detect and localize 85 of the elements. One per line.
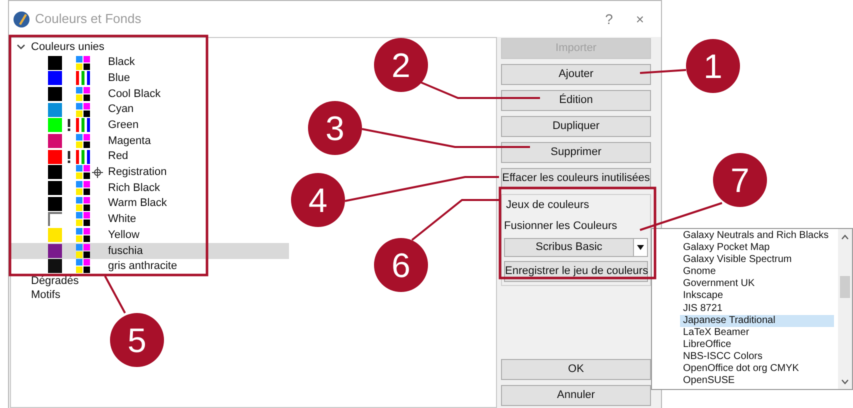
list-item[interactable]: OpenSUSE xyxy=(680,375,834,388)
chevron-down-icon[interactable] xyxy=(16,42,26,51)
rgb-bars-icon xyxy=(76,118,90,132)
color-name: Warm Black xyxy=(108,196,167,212)
cmyk-squares-icon xyxy=(76,56,90,70)
color-name: Blue xyxy=(108,70,130,86)
list-item[interactable]: OpenOffice dot org CMYK xyxy=(680,363,834,376)
color-name: Rich Black xyxy=(108,180,160,196)
color-name: Magenta xyxy=(108,134,151,149)
list-item[interactable]: JIS 8721 xyxy=(680,302,834,315)
list-item[interactable]: LaTeX Beamer xyxy=(680,326,834,339)
list-item[interactable]: Galaxy Neutrals and Rich Blacks xyxy=(680,230,834,242)
help-button[interactable]: ? xyxy=(599,10,619,28)
color-name: Cyan xyxy=(108,102,134,118)
color-name: Black xyxy=(108,55,135,70)
button[interactable]: Édition xyxy=(501,90,651,111)
color-name: Green xyxy=(108,118,139,134)
color-name: Registration xyxy=(108,165,167,180)
tree-row[interactable]: Warm Black xyxy=(11,196,289,212)
callout-badge: 4 xyxy=(291,173,345,227)
callout-badge: 1 xyxy=(686,39,740,93)
cmyk-squares-icon xyxy=(76,244,90,258)
cmyk-squares-icon xyxy=(76,86,90,101)
color-name: Yellow xyxy=(108,228,140,243)
dropdown-arrow-icon[interactable] xyxy=(637,245,644,250)
list-item[interactable]: Gnome xyxy=(680,266,834,278)
cmyk-squares-icon xyxy=(76,181,90,196)
leader-line xyxy=(104,276,126,314)
callout-badge: 6 xyxy=(374,238,428,292)
scroll-up-icon[interactable] xyxy=(841,234,849,240)
tree-row[interactable]: Black xyxy=(11,54,289,70)
scrollbar[interactable] xyxy=(838,229,852,389)
close-button[interactable]: × xyxy=(630,10,650,28)
button[interactable]: Effacer les couleurs inutilisées xyxy=(501,168,651,189)
tree-row[interactable]: Registration xyxy=(11,164,289,180)
merge-label: Fusionner les Couleurs xyxy=(504,218,618,234)
tree-row[interactable]: Magenta xyxy=(11,133,289,149)
button[interactable]: Annuler xyxy=(501,385,651,406)
tree-row[interactable]: gris anthracite xyxy=(11,258,289,274)
list-item[interactable]: Inkscape xyxy=(680,290,834,303)
tree-row[interactable]: fuschia xyxy=(11,242,289,259)
rgb-bars-icon xyxy=(76,71,90,86)
tree-row[interactable]: Red xyxy=(11,148,289,164)
tree-row[interactable]: Yellow xyxy=(11,227,289,243)
list-item[interactable]: Galaxy Visible Spectrum xyxy=(680,254,834,266)
color-name: Red xyxy=(108,149,128,164)
cmyk-squares-icon xyxy=(76,259,90,274)
callout-badge: 5 xyxy=(110,313,164,367)
list-item[interactable]: Japanese Traditional xyxy=(680,314,834,327)
button[interactable]: Supprimer xyxy=(501,142,651,163)
color-name: fuschia xyxy=(108,244,143,259)
cmyk-squares-icon xyxy=(76,228,90,242)
list-item[interactable]: NBS-ISCC Colors xyxy=(680,350,834,364)
cmyk-squares-icon xyxy=(76,212,90,226)
list-item[interactable]: Galaxy Pocket Map xyxy=(680,242,834,254)
color-name: gris anthracite xyxy=(108,259,178,274)
app-logo-icon xyxy=(13,10,30,28)
tree-row[interactable]: Green xyxy=(11,117,289,134)
rgb-bars-icon xyxy=(76,150,90,164)
list-item[interactable]: LibreOffice xyxy=(680,338,834,351)
button[interactable]: OK xyxy=(501,359,651,380)
tree-row[interactable]: White xyxy=(11,212,289,228)
combo-box[interactable]: Scribus Basic xyxy=(504,238,648,257)
color-name: White xyxy=(108,212,136,228)
color-name: Cool Black xyxy=(108,86,161,102)
button[interactable]: Ajouter xyxy=(501,64,651,85)
tree-item[interactable]: Couleurs unies xyxy=(31,38,104,56)
cmyk-squares-icon xyxy=(76,102,90,117)
cmyk-squares-icon xyxy=(76,165,90,180)
tree-row[interactable]: Blue xyxy=(11,70,289,86)
callout-badge: 7 xyxy=(713,153,767,207)
window-title: Couleurs et Fonds xyxy=(35,10,142,28)
button[interactable]: Dupliquer xyxy=(501,116,651,137)
tree-row[interactable]: Cyan xyxy=(11,102,289,118)
cmyk-squares-icon xyxy=(76,196,90,211)
scrollbar-thumb[interactable] xyxy=(840,276,850,298)
tree-row[interactable]: Cool Black xyxy=(11,86,289,102)
callout-badge: 2 xyxy=(374,38,428,92)
group-title: Jeux de couleurs xyxy=(505,198,590,213)
leader-line xyxy=(640,69,686,74)
scroll-down-icon[interactable] xyxy=(841,379,849,385)
callout-badge: 3 xyxy=(308,101,362,155)
list-item[interactable]: Government UK xyxy=(680,278,834,290)
tree-row[interactable]: Rich Black xyxy=(11,180,289,196)
cmyk-squares-icon xyxy=(76,134,90,148)
